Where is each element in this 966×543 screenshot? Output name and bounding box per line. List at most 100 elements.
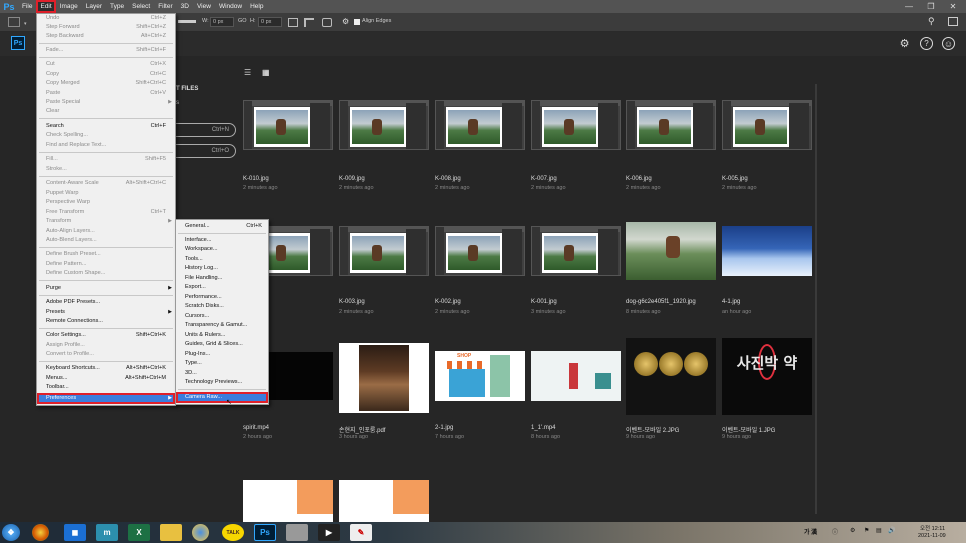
path-alignment-icon[interactable] bbox=[304, 18, 314, 27]
pref-item-units-rulers[interactable]: Units & Rulers... bbox=[176, 331, 268, 340]
file-thumbnail[interactable] bbox=[339, 480, 429, 522]
menu-item-perspective-warp[interactable]: Perspective Warp bbox=[37, 198, 175, 207]
minimize-icon[interactable]: — bbox=[898, 0, 920, 13]
menu-file[interactable]: File bbox=[18, 0, 36, 13]
explorer-icon[interactable]: ◼ bbox=[64, 524, 86, 541]
clock-date[interactable]: 2021-11-09 bbox=[918, 533, 946, 539]
chevron-down-icon[interactable]: ▾ bbox=[24, 21, 27, 27]
file-thumbnail[interactable] bbox=[722, 100, 812, 150]
ime-indicator[interactable]: 가 漢 bbox=[804, 527, 817, 536]
pref-item-scratch-disks[interactable]: Scratch Disks... bbox=[176, 302, 268, 311]
folder-icon[interactable] bbox=[160, 524, 182, 541]
path-operations-icon[interactable] bbox=[288, 18, 298, 27]
settings-tray-icon[interactable]: ⚙ bbox=[850, 527, 855, 534]
menu-item-presets[interactable]: Presets ▶ bbox=[37, 308, 175, 317]
menu-3d[interactable]: 3D bbox=[177, 0, 193, 13]
menu-item-cut[interactable]: Cut Ctrl+X bbox=[37, 60, 175, 69]
menu-item-undo[interactable]: Undo Ctrl+Z bbox=[37, 14, 175, 23]
menu-item-menus[interactable]: Menus... Alt+Shift+Ctrl+M bbox=[37, 374, 175, 383]
menu-filter[interactable]: Filter bbox=[154, 0, 176, 13]
pref-item-transparency[interactable]: Transparency & Gamut... bbox=[176, 321, 268, 330]
grid-view-icon[interactable]: ▦ bbox=[262, 68, 270, 77]
menu-item-copy-merged[interactable]: Copy Merged Shift+Ctrl+C bbox=[37, 79, 175, 88]
pref-item-technology-previews[interactable]: Technology Previews... bbox=[176, 378, 268, 387]
ps-home-logo-icon[interactable]: Ps bbox=[11, 36, 25, 50]
menu-select[interactable]: Select bbox=[128, 0, 154, 13]
file-thumbnail[interactable] bbox=[243, 480, 333, 522]
menu-item-auto-blend[interactable]: Auto-Blend Layers... bbox=[37, 236, 175, 245]
pref-item-export[interactable]: Export... bbox=[176, 283, 268, 292]
menu-item-step-forward[interactable]: Step Forward Shift+Ctrl+Z bbox=[37, 23, 175, 32]
scrollbar[interactable] bbox=[815, 84, 817, 514]
browser-icon[interactable] bbox=[192, 524, 209, 541]
menu-item-define-pattern[interactable]: Define Pattern... bbox=[37, 260, 175, 269]
menu-layer[interactable]: Layer bbox=[82, 0, 106, 13]
menu-item-puppet-warp[interactable]: Puppet Warp bbox=[37, 189, 175, 198]
menu-item-define-shape[interactable]: Define Custom Shape... bbox=[37, 269, 175, 278]
menu-item-fill[interactable]: Fill... Shift+F5 bbox=[37, 155, 175, 164]
photoshop-taskbar-icon[interactable]: Ps bbox=[254, 524, 276, 541]
menu-item-paste-special[interactable]: Paste Special ▶ bbox=[37, 98, 175, 107]
file-thumbnail[interactable] bbox=[626, 338, 716, 415]
restore-icon[interactable]: ❐ bbox=[920, 0, 942, 13]
close-icon[interactable]: ✕ bbox=[942, 0, 964, 13]
file-thumbnail[interactable] bbox=[531, 351, 621, 401]
file-thumbnail[interactable] bbox=[531, 100, 621, 150]
chrome-icon[interactable] bbox=[32, 524, 49, 541]
help-tray-icon[interactable]: ⓘ bbox=[832, 527, 838, 536]
menu-item-step-backward[interactable]: Step Backward Alt+Ctrl+Z bbox=[37, 32, 175, 41]
file-thumbnail[interactable] bbox=[626, 222, 716, 280]
menu-item-find-replace[interactable]: Find and Replace Text... bbox=[37, 141, 175, 150]
menu-item-keyboard-shortcuts[interactable]: Keyboard Shortcuts... Alt+Shift+Ctrl+K bbox=[37, 364, 175, 373]
pref-item-type[interactable]: Type... bbox=[176, 359, 268, 368]
file-thumbnail[interactable]: SHOP bbox=[435, 351, 525, 401]
pref-item-performance[interactable]: Performance... bbox=[176, 293, 268, 302]
start-icon[interactable]: ❖ bbox=[2, 524, 20, 541]
clock-time[interactable]: 오전 12:11 bbox=[920, 524, 945, 532]
pref-item-workspace[interactable]: Workspace... bbox=[176, 245, 268, 254]
user-avatar-icon[interactable]: ☺ bbox=[942, 37, 955, 50]
menu-item-purge[interactable]: Purge ▶ bbox=[37, 284, 175, 293]
pdf-icon[interactable]: ✎ bbox=[350, 524, 372, 541]
menu-item-search[interactable]: Search Ctrl+F bbox=[37, 122, 175, 131]
menu-item-pdf-presets[interactable]: Adobe PDF Presets... bbox=[37, 298, 175, 307]
pref-item-interface[interactable]: Interface... bbox=[176, 236, 268, 245]
menu-item-free-transform[interactable]: Free Transform Ctrl+T bbox=[37, 208, 175, 217]
tool-preset-icon[interactable] bbox=[8, 17, 20, 27]
menu-item-toolbar[interactable]: Toolbar... bbox=[37, 383, 175, 392]
menu-item-define-brush[interactable]: Define Brush Preset... bbox=[37, 250, 175, 259]
pref-item-general[interactable]: General... Ctrl+K bbox=[176, 222, 268, 231]
menu-item-fade[interactable]: Fade... Shift+Ctrl+F bbox=[37, 46, 175, 55]
pref-item-file-handling[interactable]: File Handling... bbox=[176, 274, 268, 283]
menu-item-transform[interactable]: Transform ▶ bbox=[37, 217, 175, 226]
menu-item-preferences[interactable]: Preferences ▶ bbox=[37, 393, 175, 404]
workspace-icon[interactable] bbox=[948, 17, 958, 26]
pref-item-cursors[interactable]: Cursors... bbox=[176, 312, 268, 321]
gear-icon[interactable]: ⚙ bbox=[898, 37, 911, 50]
menu-edit[interactable]: Edit bbox=[36, 0, 56, 13]
menu-item-assign-profile[interactable]: Assign Profile... bbox=[37, 341, 175, 350]
pref-item-history-log[interactable]: History Log... bbox=[176, 264, 268, 273]
file-thumbnail[interactable] bbox=[339, 226, 429, 276]
menu-image[interactable]: Image bbox=[56, 0, 82, 13]
excel-icon[interactable]: X bbox=[128, 524, 150, 541]
menu-window[interactable]: Window bbox=[215, 0, 246, 13]
file-thumbnail[interactable] bbox=[339, 100, 429, 150]
pref-item-3d[interactable]: 3D... bbox=[176, 369, 268, 378]
menu-item-convert-profile[interactable]: Convert to Profile... bbox=[37, 350, 175, 359]
file-thumbnail[interactable]: 사진박 약 bbox=[722, 338, 812, 415]
search-icon[interactable]: ⚲ bbox=[928, 16, 935, 27]
width-field[interactable]: 0 px bbox=[210, 17, 234, 27]
menu-item-paste[interactable]: Paste Ctrl+V bbox=[37, 89, 175, 98]
align-edges-checkbox[interactable] bbox=[354, 19, 360, 25]
menu-item-color-settings[interactable]: Color Settings... Shift+Ctrl+K bbox=[37, 331, 175, 340]
volume-icon[interactable]: 🔊 bbox=[888, 527, 895, 534]
height-field[interactable]: 0 px bbox=[258, 17, 282, 27]
menu-help[interactable]: Help bbox=[246, 0, 267, 13]
file-thumbnail[interactable] bbox=[435, 226, 525, 276]
menu-item-check-spelling[interactable]: Check Spelling... bbox=[37, 131, 175, 140]
list-view-icon[interactable]: ☰ bbox=[244, 68, 251, 77]
menu-view[interactable]: View bbox=[193, 0, 215, 13]
menu-item-stroke[interactable]: Stroke... bbox=[37, 165, 175, 174]
menu-item-copy[interactable]: Copy Ctrl+C bbox=[37, 70, 175, 79]
